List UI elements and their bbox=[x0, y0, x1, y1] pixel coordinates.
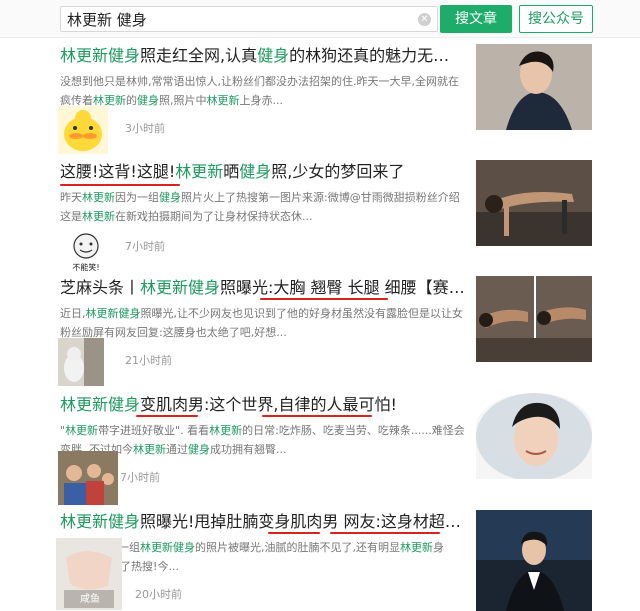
highlight-keyword: 林更新 bbox=[133, 443, 166, 456]
highlight-keyword: 林更新健身 bbox=[60, 512, 141, 531]
result-item[interactable]: 这腰!这背!这腿!林更新晒健身照,少女的梦回来了 昨天林更新因为一组健身照片火上… bbox=[0, 160, 640, 274]
highlight-keyword: 林更新 bbox=[206, 94, 240, 107]
text-segment: 变肌肉男:这个世界,自律的人最可怕! bbox=[140, 395, 397, 414]
result-snippet: 昨天林更新因为一组健身照片火上了热搜第一图片来源:微博@甘雨微甜损粉丝介绍这是林… bbox=[60, 188, 465, 226]
text-segment: 的 bbox=[126, 94, 137, 107]
highlight-keyword: 林更新健身 bbox=[140, 541, 195, 554]
text-segment: 照曝光:大胸 翘臀 长腿 细腰【赛中... bbox=[220, 278, 465, 297]
cat-avatar bbox=[58, 338, 104, 386]
result-item[interactable]: 芝麻头条丨林更新健身照曝光:大胸 翘臀 长腿 细腰【赛中... 近日,林更新健身… bbox=[0, 276, 640, 386]
red-underline-title-5a bbox=[268, 532, 320, 534]
text-segment: 的照片被曝光,油腻的肚腩不见了,还有明显 bbox=[195, 541, 400, 554]
result-item[interactable]: 林更新健身变肌肉男:这个世界,自律的人最可怕! "林更新带字进班好敬业". 看看… bbox=[0, 393, 640, 505]
text-segment: 照,照片中 bbox=[159, 94, 207, 107]
meme-caption: 不能笑! bbox=[72, 263, 100, 272]
highlight-keyword: 林更新 bbox=[82, 210, 115, 223]
result-time: 3小时前 bbox=[125, 122, 165, 135]
duck-avatar bbox=[58, 106, 108, 154]
result-snippet: 没想到他只是林帅,常常语出惊人,让粉丝们都没办法招架的住.昨天一大早,全网就在疯… bbox=[60, 72, 465, 110]
highlight-keyword: 林更新 bbox=[400, 541, 433, 554]
red-underline-title-5b bbox=[330, 532, 440, 534]
highlight-keyword: 林更新健身 bbox=[60, 395, 141, 414]
text-segment: 带字进班好敬业". 看看 bbox=[98, 424, 210, 437]
avatar-caption: 咸鱼 bbox=[80, 594, 100, 605]
result-title[interactable]: 林更新健身照走红全网,认真健身的林狗还真的魅力无法挡 bbox=[60, 44, 465, 68]
red-underline-title-2 bbox=[60, 184, 180, 186]
red-underline-title-3 bbox=[260, 298, 388, 300]
highlight-keyword: 林更新健身 bbox=[140, 278, 221, 297]
text-segment: 芝麻头条丨 bbox=[60, 278, 141, 297]
highlight-keyword: 林更新 bbox=[85, 307, 119, 320]
text-segment: 成功拥有翘臀... bbox=[210, 443, 287, 456]
clear-icon[interactable]: ✕ bbox=[418, 13, 431, 26]
text-segment: 通过 bbox=[166, 443, 188, 456]
workout-thumb[interactable] bbox=[476, 276, 592, 362]
result-item[interactable]: 林更新健身照走红全网,认真健身的林狗还真的魅力无法挡 没想到他只是林帅,常常语出… bbox=[0, 44, 640, 154]
search-account-button[interactable]: 搜公众号 bbox=[519, 5, 593, 33]
highlight-keyword: 林更新 bbox=[65, 424, 99, 437]
text-segment: 在新戏拍摄期间为了让身材保持状态休... bbox=[115, 210, 313, 223]
highlight-keyword: 健身 bbox=[137, 94, 159, 107]
text-segment: 照曝光!甩掉肚腩变身肌肉男 网友:这身材超级... bbox=[140, 512, 465, 531]
highlight-keyword: 健身 bbox=[118, 307, 141, 320]
text-segment: 近日, bbox=[60, 307, 86, 320]
result-snippet: 近日,林更新健身照曝光,让不少网友也见识到了他的好身材虽然没有露脸但是以让女粉丝… bbox=[60, 304, 465, 342]
group-photo-avatar bbox=[58, 451, 118, 505]
suit-man-thumb[interactable] bbox=[476, 510, 592, 611]
result-title[interactable]: 林更新健身照曝光!甩掉肚腩变身肌肉男 网友:这身材超级... bbox=[60, 510, 465, 534]
hands-avatar: 咸鱼 bbox=[56, 538, 122, 610]
result-title[interactable]: 这腰!这背!这腿!林更新晒健身照,少女的梦回来了 bbox=[60, 160, 465, 184]
text-segment: 的林狗还真的魅力无法挡 bbox=[289, 46, 465, 65]
result-title[interactable]: 林更新健身变肌肉男:这个世界,自律的人最可怕! bbox=[60, 393, 465, 417]
highlight-keyword: 健身 bbox=[257, 46, 290, 65]
pushup-thumb[interactable] bbox=[476, 160, 592, 246]
text-segment: 昨天 bbox=[60, 191, 82, 204]
text-segment: 照,少女的梦回来了 bbox=[271, 162, 405, 181]
meme-face-avatar: 不能笑! bbox=[66, 230, 106, 274]
red-underline-title-4b bbox=[262, 415, 372, 417]
text-segment: 照走红全网,认真 bbox=[140, 46, 258, 65]
highlight-keyword: 健身 bbox=[188, 443, 210, 456]
text-segment: 这腰!这背!这腿! bbox=[60, 162, 176, 181]
result-time: 21小时前 bbox=[125, 354, 172, 367]
search-article-button[interactable]: 搜文章 bbox=[440, 5, 512, 33]
highlight-keyword: 林更新 bbox=[175, 162, 224, 181]
highlight-keyword: 林更新 bbox=[209, 424, 243, 437]
result-time: 7小时前 bbox=[120, 471, 160, 484]
search-box[interactable]: ✕ bbox=[60, 6, 438, 32]
text-segment: 因为一组 bbox=[115, 191, 159, 204]
text-segment: 上身赤... bbox=[239, 94, 284, 107]
text-segment: 晒 bbox=[223, 162, 240, 181]
man-portrait-thumb[interactable] bbox=[476, 44, 592, 130]
result-item[interactable]: 林更新健身照曝光!甩掉肚腩变身肌肉男 网友:这身材超级... ...今天早上,一… bbox=[0, 510, 640, 611]
highlight-keyword: 林更新 bbox=[82, 191, 115, 204]
result-time: 20小时前 bbox=[135, 588, 182, 601]
search-bar: ✕ 搜文章 搜公众号 bbox=[0, 0, 640, 38]
search-input[interactable] bbox=[67, 9, 407, 29]
highlight-keyword: 林更新健身 bbox=[60, 46, 141, 65]
result-title[interactable]: 芝麻头条丨林更新健身照曝光:大胸 翘臀 长腿 细腰【赛中... bbox=[60, 276, 465, 300]
result-time: 7小时前 bbox=[125, 240, 165, 253]
highlight-keyword: 健身 bbox=[159, 191, 181, 204]
result-snippet: "林更新带字进班好敬业". 看看林更新的日常:吃炸肠、吃麦当劳、吃辣条.....… bbox=[60, 421, 465, 459]
smiling-man-thumb[interactable] bbox=[476, 393, 592, 479]
red-underline-title-4a bbox=[136, 415, 198, 417]
highlight-keyword: 健身 bbox=[239, 162, 272, 181]
